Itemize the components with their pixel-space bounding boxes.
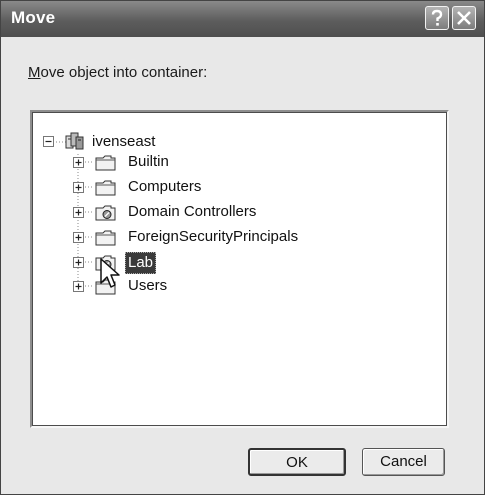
container-tree[interactable]: ivenseast Builtin Computers Domain Contr… (30, 110, 449, 428)
expand-plus-icon[interactable] (73, 281, 84, 292)
help-button[interactable] (425, 6, 449, 30)
tree-node-users[interactable]: Users (73, 276, 193, 298)
folder-icon (95, 230, 116, 246)
expand-plus-icon[interactable] (73, 257, 84, 268)
question-mark-icon (431, 9, 443, 26)
prompt-text: ove object into container: (40, 64, 208, 81)
folder-icon (95, 155, 116, 171)
ok-button[interactable]: OK (248, 448, 346, 476)
ou-icon (95, 205, 116, 221)
collapse-minus-icon[interactable] (43, 136, 54, 147)
move-prompt-label: Move object into container: (28, 64, 207, 81)
folder-icon (95, 180, 116, 196)
expand-plus-icon[interactable] (73, 182, 84, 193)
cancel-button[interactable]: Cancel (362, 448, 445, 476)
tree-label: ForeignSecurityPrincipals (128, 228, 299, 245)
tree-label: Builtin (128, 153, 169, 170)
tree-label: Computers (128, 178, 202, 195)
move-dialog: Move Move object into container: ivensea… (0, 0, 485, 495)
tree-node-computers[interactable]: Computers (73, 177, 223, 199)
tree-node-domain-controllers[interactable]: Domain Controllers (73, 202, 303, 224)
window-title: Move (11, 8, 56, 27)
domain-icon (65, 132, 84, 150)
tree-node-lab[interactable]: Lab (73, 252, 193, 274)
tree-node-foreign-security-principals[interactable]: ForeignSecurityPrincipals (73, 227, 343, 249)
mouse-pointer-icon (100, 258, 120, 288)
tree-node-root[interactable]: ivenseast (43, 132, 183, 154)
close-icon (457, 11, 471, 25)
tree-label: ivenseast (92, 133, 156, 150)
tree-label-selected: Lab (125, 252, 157, 274)
expand-plus-icon[interactable] (73, 207, 84, 218)
prompt-accelerator: M (28, 64, 41, 81)
tree-node-builtin[interactable]: Builtin (73, 152, 193, 174)
close-button[interactable] (452, 6, 476, 30)
expand-plus-icon[interactable] (73, 232, 84, 243)
expand-plus-icon[interactable] (73, 157, 84, 168)
tree-label: Domain Controllers (128, 203, 257, 220)
tree-label: Users (128, 277, 168, 294)
title-bar[interactable]: Move (1, 1, 484, 37)
